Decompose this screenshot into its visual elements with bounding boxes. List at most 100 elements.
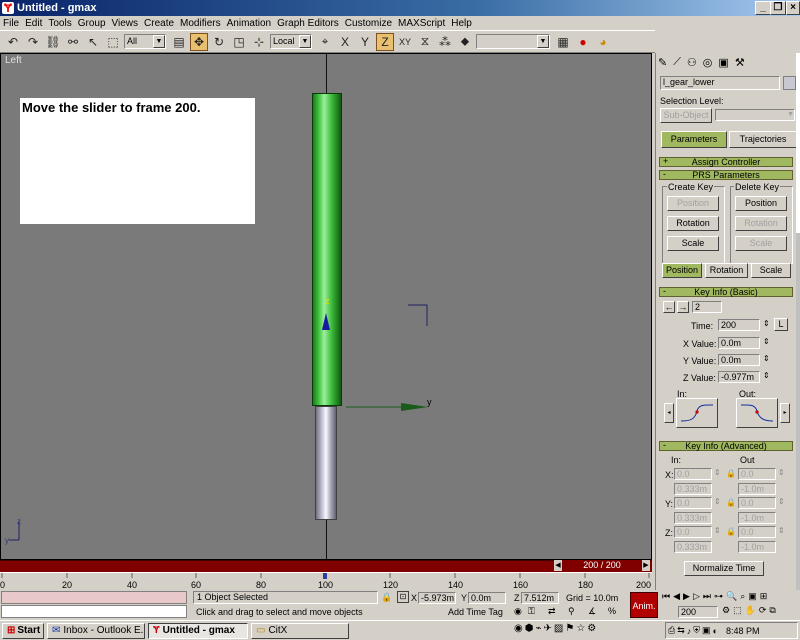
key-mode-icon[interactable]: ◉ [514, 606, 522, 617]
lock-icon[interactable]: 🔒 [726, 498, 736, 507]
redo-icon[interactable]: ↷ [24, 33, 42, 51]
time-field[interactable]: 200 [718, 319, 760, 331]
snap-icon[interactable]: ⊹ [250, 33, 268, 51]
command-panel-scrollbar[interactable] [796, 53, 800, 590]
undo-icon[interactable]: ↶ [4, 33, 22, 51]
create-scale-key-button[interactable]: Scale [667, 236, 719, 251]
task-outlook[interactable]: ✉ Inbox - Outlook E... [47, 622, 145, 639]
in-prev-arrow-icon[interactable]: ◂ [664, 403, 674, 423]
menu-graph-editors[interactable]: Graph Editors [274, 18, 342, 29]
key-filter-icon[interactable]: ⚿ [528, 606, 535, 617]
scale-icon[interactable]: ◳ [230, 33, 248, 51]
tray-icon-7[interactable]: ☆ [576, 623, 585, 638]
named-selection-dropdown[interactable]: ▼ [476, 34, 550, 49]
time-config-icon[interactable]: ⚙ [722, 605, 730, 618]
select-icon[interactable]: ↖ [84, 33, 102, 51]
maxscript-input[interactable] [1, 605, 187, 618]
adv-x-in-spinner-icon[interactable]: ⇕ [714, 468, 721, 477]
menu-help[interactable]: Help [448, 18, 475, 29]
adv-x-out-field[interactable]: 0.0 [738, 468, 776, 480]
menu-views[interactable]: Views [109, 18, 142, 29]
adv-z-in-field[interactable]: 0.0 [674, 526, 712, 538]
hierarchy-tab-icon[interactable]: ⚇ [687, 56, 697, 72]
assign-controller-rollout[interactable]: + Assign Controller [659, 157, 793, 167]
play-icon[interactable]: ▶ [683, 591, 690, 604]
gmax-app-icon[interactable]: Ɏ [2, 2, 14, 14]
next-frame-icon[interactable]: ▷ [693, 591, 700, 604]
zoom-all-icon[interactable]: ⌕ [740, 591, 745, 604]
tray-shield-icon[interactable]: ⛨ [693, 625, 700, 636]
object-name-field[interactable]: l_gear_lower [660, 76, 780, 90]
snap-toggle-icon[interactable]: ⚲ [568, 606, 575, 617]
out-tangent-button[interactable] [736, 398, 778, 428]
adv-y-in-length-field[interactable]: 0.333m [674, 512, 712, 524]
xvalue-spinner-icon[interactable]: ⇕ [763, 337, 770, 346]
delete-scale-key-button[interactable]: Scale [735, 236, 787, 251]
array-icon[interactable]: ⁂ [436, 33, 454, 51]
menu-edit[interactable]: Edit [22, 18, 45, 29]
transform-gizmo[interactable]: z y [301, 284, 451, 414]
restrict-x-icon[interactable]: X [336, 33, 354, 51]
rotate-icon[interactable]: ↻ [210, 33, 228, 51]
prs-rotation-button[interactable]: Rotation [705, 263, 748, 278]
tab-parameters[interactable]: Parameters [661, 131, 727, 148]
adv-x-in-field[interactable]: 0.0 [674, 468, 712, 480]
go-to-start-icon[interactable]: ⏮ [662, 591, 670, 604]
adv-y-out-length-field[interactable]: -1.0m [738, 512, 776, 524]
yvalue-field[interactable]: 0.0m [718, 354, 760, 366]
sub-object-button[interactable]: Sub-Object [660, 108, 712, 123]
restrict-z-icon[interactable]: Z [376, 32, 394, 51]
tray-icon-2[interactable]: ⬢ [525, 623, 534, 638]
set-key-icon[interactable]: ⇄ [548, 606, 556, 617]
gear-cylinder-gray[interactable] [315, 406, 337, 520]
tray-monitor-icon[interactable]: ▣ [702, 625, 711, 636]
zvalue-spinner-icon[interactable]: ⇕ [763, 371, 770, 380]
restrict-xy-icon[interactable]: XY [396, 33, 414, 51]
prs-scale-button[interactable]: Scale [751, 263, 791, 278]
previous-key-icon[interactable]: ← [663, 301, 675, 313]
out-next-arrow-icon[interactable]: ▸ [780, 403, 790, 423]
slider-prev-arrow-icon[interactable]: ◀ [554, 560, 562, 571]
task-citx[interactable]: ▭ CitX [251, 622, 349, 639]
region-zoom-icon[interactable]: ⬚ [733, 605, 742, 618]
key-mode-toggle-icon[interactable]: ⊶ [714, 591, 723, 604]
lock-icon[interactable]: 🔒 [726, 469, 736, 478]
move-icon[interactable]: ✥ [190, 32, 208, 51]
adv-y-out-field[interactable]: 0.0 [738, 497, 776, 509]
tray-icon-1[interactable]: ◉ [514, 623, 523, 638]
in-tangent-button[interactable] [676, 398, 718, 428]
sub-object-dropdown[interactable]: ▼ [715, 109, 795, 121]
adv-z-in-spinner-icon[interactable]: ⇕ [714, 526, 721, 535]
adv-y-out-spinner-icon[interactable]: ⇕ [778, 497, 785, 506]
key-info-basic-rollout[interactable]: - Key Info (Basic) [659, 287, 793, 297]
previous-frame-icon[interactable]: ◀ [673, 591, 680, 604]
unlink-icon[interactable]: ⚯ [64, 33, 82, 51]
go-to-end-icon[interactable]: ⏭ [703, 591, 711, 604]
zoom-extents-all-icon[interactable]: ⊞ [760, 591, 768, 604]
normalize-time-button[interactable]: Normalize Time [684, 561, 764, 576]
pan-icon[interactable]: ✋ [745, 605, 756, 618]
add-time-tag-button[interactable]: Add Time Tag [448, 606, 510, 618]
restore-button[interactable]: ❐ [770, 1, 786, 15]
y-coord-field[interactable]: 0.0m [468, 592, 506, 604]
adv-z-out-length-field[interactable]: -1.0m [738, 541, 776, 553]
scrollbar-thumb[interactable] [796, 53, 800, 233]
time-slider-thumb[interactable]: ◀ 200 / 200 ▶ [554, 560, 650, 572]
menu-animation[interactable]: Animation [224, 18, 274, 29]
key-info-advanced-rollout[interactable]: - Key Info (Advanced) [659, 441, 793, 451]
time-spinner-icon[interactable]: ⇕ [763, 319, 770, 328]
slider-next-arrow-icon[interactable]: ▶ [642, 560, 650, 571]
menu-modifiers[interactable]: Modifiers [177, 18, 224, 29]
region-select-icon[interactable]: ⬚ [104, 33, 122, 51]
tab-trajectories[interactable]: Trajectories [729, 131, 797, 148]
motion-tab-icon[interactable]: ◎ [703, 56, 713, 72]
zoom-extents-icon[interactable]: ▣ [748, 591, 757, 604]
prs-parameters-rollout[interactable]: - PRS Parameters [659, 170, 793, 180]
tray-icon-5[interactable]: ▨ [554, 623, 563, 638]
xvalue-field[interactable]: 0.0m [718, 337, 760, 349]
adv-y-in-spinner-icon[interactable]: ⇕ [714, 497, 721, 506]
create-rotation-key-button[interactable]: Rotation [667, 216, 719, 231]
modify-tab-icon[interactable]: ⟋ [673, 56, 681, 72]
time-lock-button[interactable]: L [774, 318, 788, 331]
adv-x-in-length-field[interactable]: 0.333m [674, 483, 712, 495]
